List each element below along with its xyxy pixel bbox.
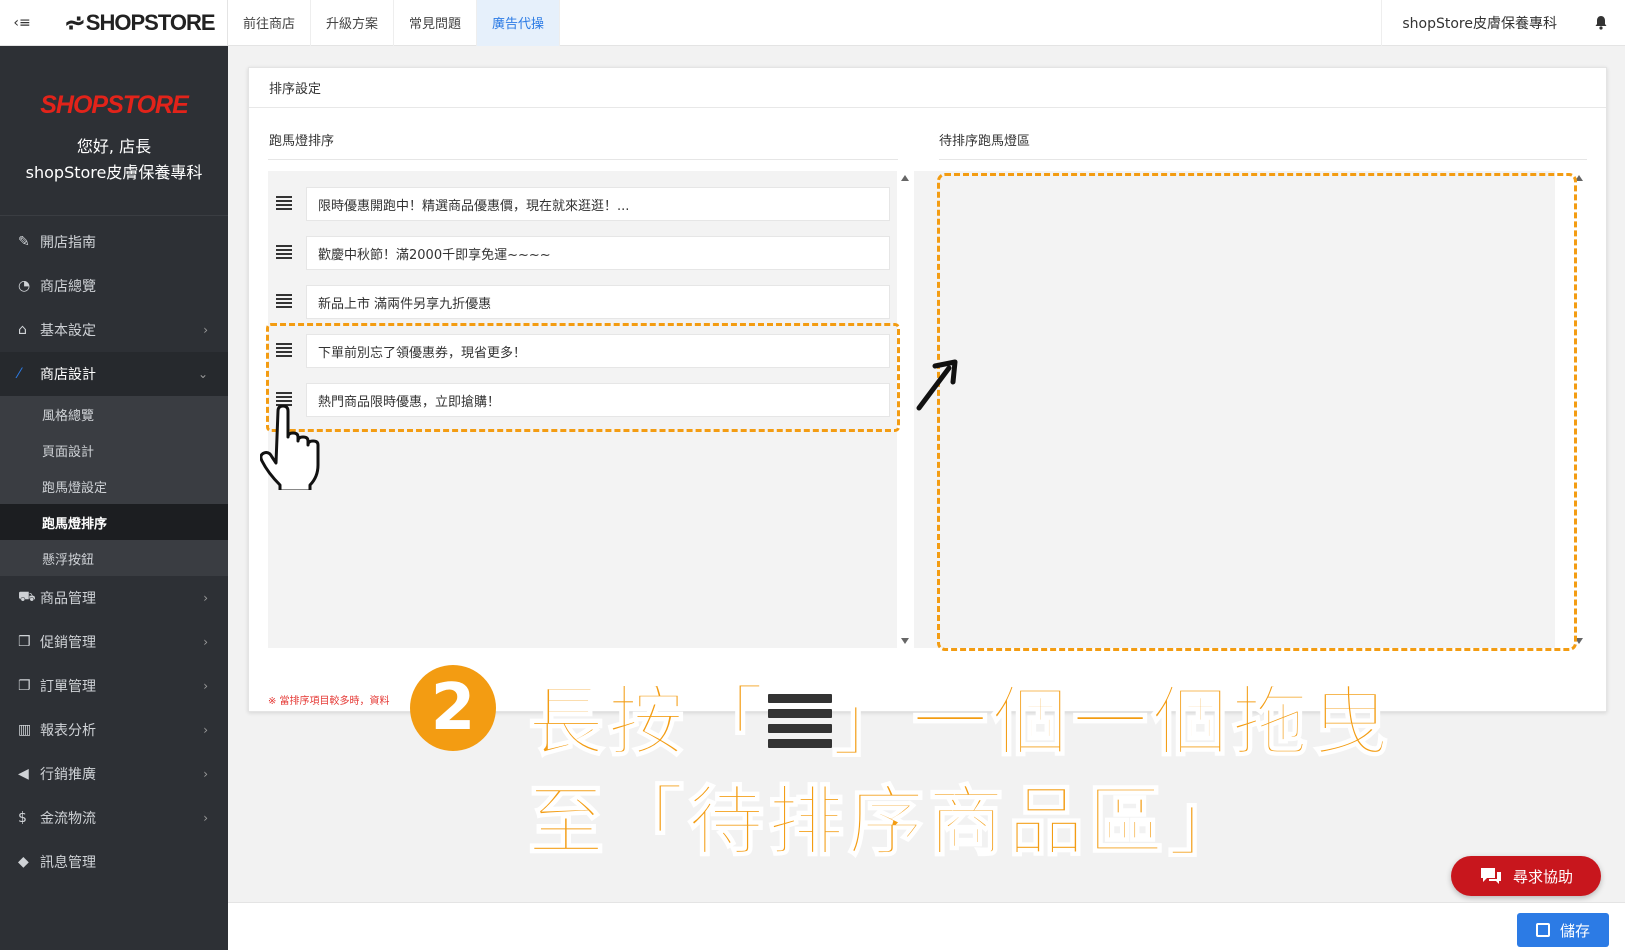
sidebar-header: SHOPSTORE 您好, 店長 shopStore皮膚保養專科 (0, 46, 228, 216)
sidebar-item-guide[interactable]: ✎ 開店指南 (0, 220, 228, 264)
sidebar-item-overview[interactable]: ◔ 商店總覽 (0, 264, 228, 308)
sidebar-toggle-button[interactable]: ‹≡ (0, 0, 44, 46)
marquee-item-text: 歡慶中秋節！滿2000千即享免運~~~~ (306, 236, 890, 270)
top-navbar: ‹≡ ⩫ SHOPSTORE 前往商店 升級方案 常見問題 廣告代操 shopSt… (0, 0, 1625, 46)
nav-tab-store[interactable]: 前往商店 (228, 0, 312, 46)
card-title: 排序設定 (249, 68, 1606, 108)
marquee-sort-title: 跑馬燈排序 (269, 134, 335, 149)
list-item[interactable]: 歡慶中秋節！滿2000千即享免運~~~~ (276, 236, 890, 270)
chevron-right-icon: › (203, 591, 208, 605)
list-item[interactable]: 限時優惠開跑中！精選商品優惠價，現在就來逛逛！... (276, 187, 890, 221)
divider (268, 159, 898, 160)
sidebar-item-messages[interactable]: ◆ 訊息管理 (0, 840, 228, 884)
scroll-down-icon[interactable] (901, 638, 909, 644)
dollar-icon: $ (18, 810, 27, 826)
warning-note: ※ 當排序項目較多時，資料 (268, 696, 390, 707)
pointer-hand-icon (260, 405, 320, 490)
nav-tab-ads[interactable]: 廣告代操 (477, 0, 561, 46)
floppy-disk-icon (1535, 923, 1550, 937)
sidebar-store-name: shopStore皮膚保養專科 (25, 163, 203, 182)
nav-tab-upgrade[interactable]: 升級方案 (311, 0, 395, 46)
store-design-submenu: 風格總覽 頁面設計 跑馬燈設定 跑馬燈排序 懸浮按鈕 (0, 396, 228, 576)
sidebar-item-store-design[interactable]: ⁄ 商店設計 ⌄ (0, 352, 228, 396)
wrench-icon: ✎ (18, 234, 30, 250)
sidebar-item-basic-settings[interactable]: ⌂ 基本設定 › (0, 308, 228, 352)
chevron-right-icon: › (203, 767, 208, 781)
sidebar-item-promotions[interactable]: ❒ 促銷管理 › (0, 620, 228, 664)
submenu-marquee-settings[interactable]: 跑馬燈設定 (0, 468, 228, 504)
chevron-right-icon: › (203, 679, 208, 693)
notification-button[interactable] (1577, 0, 1625, 46)
drag-handle-icon (768, 694, 832, 748)
store-name-menu[interactable]: shopStore皮膚保養專科 (1381, 0, 1577, 46)
chevron-right-icon: › (203, 323, 208, 337)
drag-direction-arrow-icon (916, 359, 958, 411)
instruction-annotation: 2 長按「 」一個一個拖曳 至「待排序商品區」 (410, 660, 1410, 867)
scroll-up-icon[interactable] (901, 175, 909, 181)
submenu-page-design[interactable]: 頁面設計 (0, 432, 228, 468)
highlight-dragged-items (266, 323, 900, 432)
sidebar-item-payment-logistics[interactable]: $ 金流物流 › (0, 796, 228, 840)
bar-chart-icon: ▥ (18, 722, 32, 738)
sidebar-item-orders[interactable]: ❐ 訂單管理 › (0, 664, 228, 708)
instruction-line-1: 長按「 」一個一個拖曳 (527, 676, 1392, 767)
submenu-floating-button[interactable]: 懸浮按鈕 (0, 540, 228, 576)
marquee-item-text: 限時優惠開跑中！精選商品優惠價，現在就來逛逛！... (306, 187, 890, 221)
greeting-text: 您好, 店長 (76, 137, 152, 156)
cart-icon: ⛟ (18, 589, 36, 605)
chevron-right-icon: › (203, 723, 208, 737)
submenu-marquee-sort[interactable]: 跑馬燈排序 (0, 504, 228, 540)
drag-handle-icon[interactable] (276, 294, 292, 308)
magic-wand-icon: ⁄ (18, 366, 21, 382)
top-nav-tabs: 前往商店 升級方案 常見問題 廣告代操 (228, 0, 561, 46)
list-item[interactable]: 新品上市 滿兩件另享九折優惠 (276, 285, 890, 319)
help-button[interactable]: 尋求協助 (1451, 856, 1601, 896)
copy-icon: ❐ (18, 678, 31, 694)
dashboard-icon: ◔ (18, 278, 31, 294)
divider (939, 159, 1587, 160)
bottom-action-bar: 儲存 (228, 902, 1625, 950)
comments-icon: ◆ (18, 854, 29, 870)
marquee-item-text: 新品上市 滿兩件另享九折優惠 (306, 285, 890, 319)
bell-icon (1595, 15, 1607, 30)
pending-area-title: 待排序跑馬燈區 (939, 134, 1031, 149)
sidebar-item-reports[interactable]: ▥ 報表分析 › (0, 708, 228, 752)
sidebar-item-products[interactable]: ⛟ 商品管理 › (0, 576, 228, 620)
bank-icon: ⌂ (18, 322, 27, 338)
instruction-line-2: 至「待排序商品區」 (527, 776, 1248, 867)
menu-collapse-icon: ‹≡ (13, 14, 31, 31)
chevron-right-icon: › (203, 635, 208, 649)
nav-tab-faq[interactable]: 常見問題 (394, 0, 478, 46)
chat-question-icon (1480, 868, 1501, 884)
bullhorn-icon: ◀ (18, 766, 29, 782)
sidebar-logo: SHOPSTORE (40, 91, 189, 119)
submenu-style-overview[interactable]: 風格總覽 (0, 396, 228, 432)
sidebar-item-marketing[interactable]: ◀ 行銷推廣 › (0, 752, 228, 796)
step-number-badge: 2 (410, 665, 496, 751)
drag-handle-icon[interactable] (276, 245, 292, 259)
sidebar: SHOPSTORE 您好, 店長 shopStore皮膚保養專科 ✎ 開店指南 ◔… (0, 46, 228, 950)
highlight-pending-area (937, 173, 1577, 651)
save-button[interactable]: 儲存 (1517, 913, 1609, 947)
top-logo[interactable]: ⩫ SHOPSTORE (44, 0, 228, 46)
drag-handle-icon[interactable] (276, 196, 292, 210)
chevron-right-icon: › (203, 811, 208, 825)
chevron-down-icon: ⌄ (197, 367, 208, 381)
gift-icon: ❒ (18, 634, 31, 650)
